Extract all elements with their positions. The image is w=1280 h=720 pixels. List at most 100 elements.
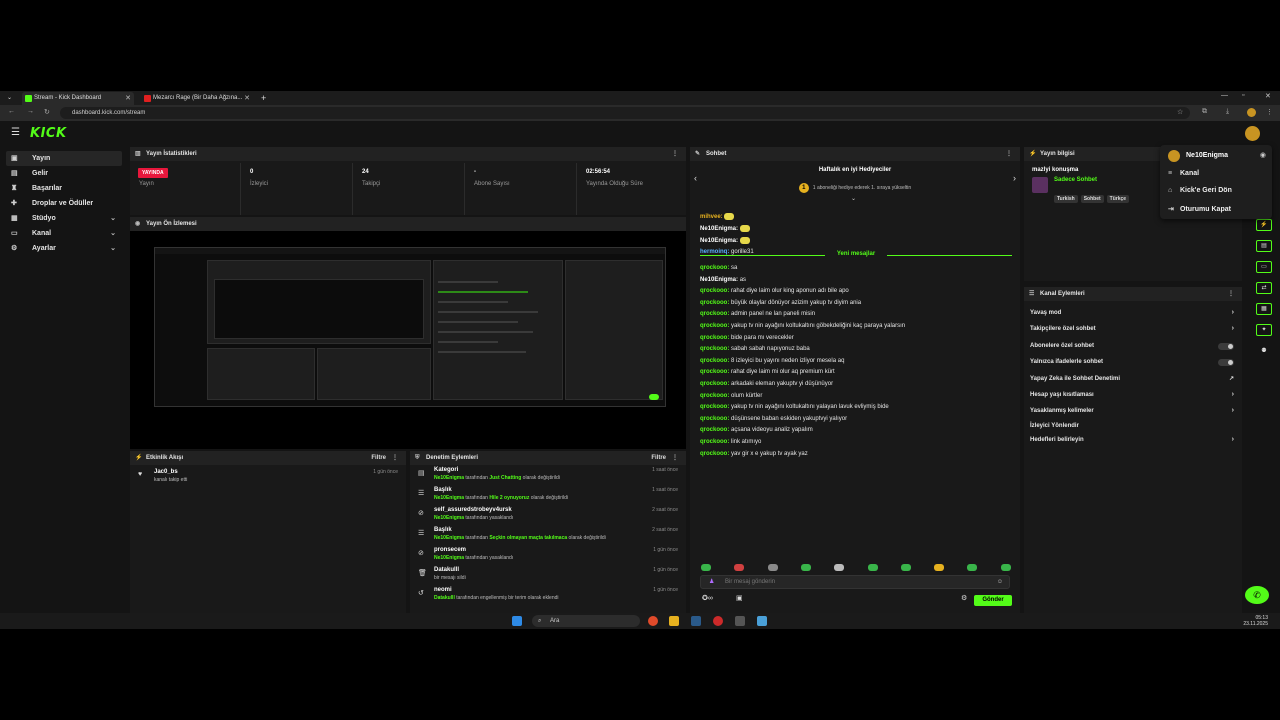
chat-username[interactable]: Ne10Enigma: (700, 238, 738, 244)
rail-users-icon[interactable]: ▦ (1256, 303, 1272, 315)
emote-icon[interactable] (800, 564, 811, 571)
chat-username[interactable]: qrockooo: (700, 300, 729, 306)
menu-item-logout[interactable]: ⇥ Oturumu Kapat (1168, 205, 1231, 213)
tab-search-button[interactable]: ⌄ (4, 92, 16, 105)
app-icon[interactable] (713, 616, 723, 626)
moderator-name[interactable]: Ne10Enigma (434, 555, 464, 561)
chat-username[interactable]: Ne10Enigma: (700, 277, 738, 283)
close-tab-icon[interactable]: ✕ (125, 92, 131, 105)
channel-action-item[interactable]: Yavaş mod › (1030, 307, 1234, 319)
sidebar-item-kanal[interactable]: ▭ Kanal ⌄ (6, 226, 122, 241)
kick-logo[interactable]: KICK (30, 126, 67, 141)
help-chat-button[interactable]: ✆ (1245, 586, 1269, 604)
steam-icon[interactable] (691, 616, 701, 626)
moderator-name[interactable]: Ne10Enigma (434, 475, 464, 481)
sidebar-item-gelir[interactable]: ▤ Gelir (6, 166, 122, 181)
extensions-icon[interactable]: ⧉ (1202, 108, 1207, 116)
rail-chat-icon[interactable]: ▤ (1256, 240, 1272, 252)
channel-action-item[interactable]: Hesap yaşı kısıtlaması › (1030, 389, 1234, 401)
browser-menu-icon[interactable]: ⋮ (1266, 108, 1273, 116)
chrome-icon[interactable] (648, 616, 658, 626)
sidebar-item-basarilar[interactable]: ♜ Başarılar (6, 181, 122, 196)
chevron-down-icon[interactable]: ⌄ (851, 195, 856, 202)
more-options-icon[interactable]: ⋮ (392, 451, 398, 465)
app-icon[interactable] (735, 616, 745, 626)
channel-action-item[interactable]: Yalnızca ifadelerle sohbet (1030, 356, 1234, 368)
filter-button[interactable]: Filtre (651, 451, 666, 465)
close-tab-icon[interactable]: ✕ (244, 92, 250, 105)
channel-action-item[interactable]: Takipçilere özel sohbet › (1030, 323, 1234, 335)
stream-category[interactable]: Sadece Sohbet (1054, 177, 1097, 183)
toggle-switch[interactable] (1218, 343, 1234, 350)
more-options-icon[interactable]: ⋮ (1006, 147, 1012, 161)
hamburger-menu-icon[interactable]: ☰ (11, 127, 20, 138)
chat-username[interactable]: qrockooo: (700, 358, 729, 364)
more-options-icon[interactable]: ⋮ (672, 451, 678, 465)
more-options-icon[interactable]: ⋮ (672, 147, 678, 161)
chat-username[interactable]: qrockooo: (700, 427, 729, 433)
chat-username[interactable]: Ne10Enigma: (700, 226, 738, 232)
chevron-left-icon[interactable]: ‹ (694, 173, 697, 183)
maximize-icon[interactable]: ▫ (1242, 92, 1244, 99)
chat-username[interactable]: qrockooo: (700, 369, 729, 375)
taskbar-search[interactable]: ⌕ Ara (532, 615, 640, 627)
emote-icon[interactable] (767, 564, 778, 571)
emote-icon[interactable] (867, 564, 878, 571)
app-icon[interactable] (757, 616, 767, 626)
emote-icon[interactable] (967, 564, 978, 571)
menu-item-kanal[interactable]: ≡ Kanal (1168, 170, 1199, 177)
activity-user[interactable]: Jac0_bs (154, 469, 178, 475)
download-icon[interactable]: ⤓ (1226, 108, 1229, 116)
user-settings-icon[interactable]: ✪∞ (702, 594, 713, 602)
moderator-name[interactable]: Ne10Enigma (434, 535, 464, 541)
gift-icon[interactable]: ▣ (736, 594, 743, 602)
chat-username[interactable]: qrockooo: (700, 335, 729, 341)
menu-item-back-to-kick[interactable]: ⌂ Kick'e Geri Dön (1168, 187, 1232, 194)
more-options-icon[interactable]: ⋮ (1228, 287, 1234, 301)
emote-icon[interactable] (734, 564, 745, 571)
sidebar-item-ayarlar[interactable]: ⚙ Ayarlar ⌄ (6, 241, 122, 256)
reload-icon[interactable]: ↻ (44, 108, 50, 116)
back-icon[interactable]: ← (8, 108, 15, 115)
file-explorer-icon[interactable] (669, 616, 679, 626)
stream-preview-video[interactable] (154, 247, 666, 407)
gear-icon[interactable]: ⚙ (961, 594, 967, 602)
chat-username[interactable]: qrockooo: (700, 346, 729, 352)
profile-avatar-icon[interactable] (1247, 108, 1256, 117)
eye-icon[interactable]: ◉ (1260, 151, 1266, 159)
chat-username[interactable]: qrockooo: (700, 393, 729, 399)
chat-username[interactable]: qrockooo: (700, 439, 729, 445)
channel-action-item[interactable]: İzleyici Yönlendir (1030, 420, 1234, 432)
rail-tools-icon[interactable]: ✦ (1256, 324, 1272, 336)
sidebar-item-droplar[interactable]: ✚ Droplar ve Ödüller (6, 196, 122, 211)
channel-action-item[interactable]: Yapay Zeka ile Sohbet Denetimi ↗ (1030, 373, 1234, 385)
close-window-icon[interactable]: ✕ (1265, 92, 1271, 100)
channel-action-item[interactable]: Yasaklanmış kelimeler › (1030, 405, 1234, 417)
toggle-switch[interactable] (1218, 359, 1234, 366)
send-button[interactable]: Gönder (974, 595, 1012, 606)
chat-username[interactable]: qrockooo: (700, 311, 729, 317)
moderator-name[interactable]: Ne10Enigma (434, 515, 464, 521)
chat-username[interactable]: qrockooo: (700, 381, 729, 387)
moderator-name[interactable]: Datakulll (434, 595, 455, 601)
emote-icon[interactable] (900, 564, 911, 571)
sidebar-item-studyo[interactable]: ▦ Stüdyo ⌄ (6, 211, 122, 226)
filter-button[interactable]: Filtre (371, 451, 386, 465)
bookmark-star-icon[interactable]: ☆ (1177, 108, 1183, 116)
chat-username[interactable]: qrockooo: (700, 416, 729, 422)
rail-more-icon[interactable]: ⚉ (1256, 345, 1272, 357)
windows-start-icon[interactable] (512, 616, 522, 626)
new-tab-button[interactable]: + (258, 92, 272, 105)
emote-icon[interactable] (834, 564, 845, 571)
chat-input[interactable]: ♟ Bir mesaj gönderin ☺ (700, 575, 1010, 589)
chat-username[interactable]: qrockooo: (700, 404, 729, 410)
browser-tab-kick[interactable]: Stream - Kick Dashboard ✕ (22, 92, 134, 105)
rail-bolt-icon[interactable]: ⚡ (1256, 219, 1272, 231)
channel-action-item[interactable]: Abonelere özel sohbet (1030, 340, 1234, 352)
chevron-right-icon[interactable]: › (1013, 173, 1016, 183)
moderator-name[interactable]: Ne10Enigma (434, 495, 464, 501)
chat-username[interactable]: qrockooo: (700, 265, 729, 271)
emote-icon[interactable] (934, 564, 945, 571)
browser-tab-youtube[interactable]: Mezarcı Rage (Bir Daha Ağzına... ✕ (141, 92, 253, 105)
chat-username[interactable]: qrockooo: (700, 451, 729, 457)
